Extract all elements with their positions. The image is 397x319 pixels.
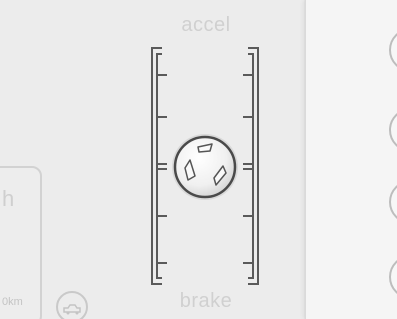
right-rail [248, 47, 259, 285]
right-ticks [243, 74, 253, 264]
info-card[interactable]: h 0km [0, 166, 42, 319]
pedal-slider[interactable] [140, 40, 270, 292]
info-card-label: h [2, 186, 15, 211]
joystick-knob-icon[interactable] [172, 134, 238, 200]
screen: h 0km accel brake [0, 0, 397, 319]
odometer-reading: 0km [2, 296, 23, 308]
left-rail [151, 47, 162, 285]
accel-label: accel [181, 14, 231, 36]
right-side-panel [305, 0, 397, 319]
left-ticks [157, 74, 167, 264]
engine-warning-icon[interactable] [55, 290, 89, 319]
brake-label: brake [179, 290, 233, 312]
control-panel: h 0km accel brake [0, 0, 304, 319]
